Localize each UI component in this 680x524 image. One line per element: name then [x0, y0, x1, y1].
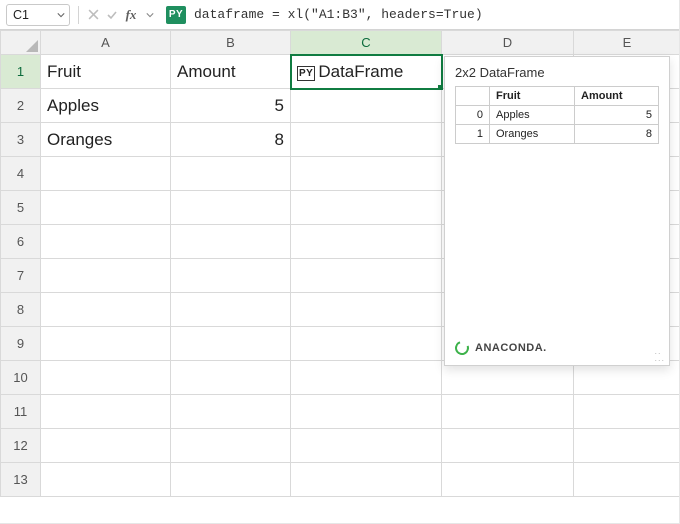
cell-C1-value: DataFrame: [318, 62, 403, 81]
cell-D11[interactable]: [442, 395, 574, 429]
cell-B11[interactable]: [171, 395, 291, 429]
row-header-5[interactable]: 5: [1, 191, 41, 225]
preview-table: Fruit Amount 0 Apples 5 1 Oranges 8: [455, 86, 659, 144]
formula-code: dataframe = xl("A1:B3", headers=True): [194, 7, 483, 22]
cancel-icon[interactable]: [85, 7, 101, 23]
enter-icon[interactable]: [104, 7, 120, 23]
resize-grip-icon[interactable]: .....: [654, 348, 665, 362]
cell-B6[interactable]: [171, 225, 291, 259]
preview-row-index: 1: [456, 125, 490, 144]
formula-buttons: fx: [85, 7, 158, 23]
col-header-B[interactable]: B: [171, 31, 291, 55]
cell-A5[interactable]: [41, 191, 171, 225]
preview-col-amount: Amount: [575, 87, 659, 106]
col-header-C[interactable]: C: [291, 31, 442, 55]
separator: [78, 6, 79, 24]
cell-A8[interactable]: [41, 293, 171, 327]
preview-col-fruit: Fruit: [490, 87, 575, 106]
cell-C11[interactable]: [291, 395, 442, 429]
cell-A12[interactable]: [41, 429, 171, 463]
preview-row: 0 Apples 5: [456, 106, 659, 125]
cell-D12[interactable]: [442, 429, 574, 463]
row-header-13[interactable]: 13: [1, 463, 41, 497]
col-header-D[interactable]: D: [442, 31, 574, 55]
cell-B1[interactable]: Amount: [171, 55, 291, 89]
cell-C10[interactable]: [291, 361, 442, 395]
cell-C5[interactable]: [291, 191, 442, 225]
cell-C4[interactable]: [291, 157, 442, 191]
cell-A2[interactable]: Apples: [41, 89, 171, 123]
cell-B10[interactable]: [171, 361, 291, 395]
python-object-icon: PY: [297, 66, 315, 81]
cell-B9[interactable]: [171, 327, 291, 361]
preview-cell-fruit: Oranges: [490, 125, 575, 144]
cell-A9[interactable]: [41, 327, 171, 361]
cell-A1[interactable]: Fruit: [41, 55, 171, 89]
row-header-1[interactable]: 1: [1, 55, 41, 89]
fx-icon[interactable]: fx: [123, 7, 139, 23]
dataframe-preview-card: 2x2 DataFrame Fruit Amount 0 Apples 5 1 …: [444, 56, 670, 366]
row-header-10[interactable]: 10: [1, 361, 41, 395]
row-header-11[interactable]: 11: [1, 395, 41, 429]
cell-A6[interactable]: [41, 225, 171, 259]
cell-E12[interactable]: [574, 429, 680, 463]
row-header-3[interactable]: 3: [1, 123, 41, 157]
cell-B7[interactable]: [171, 259, 291, 293]
cell-B8[interactable]: [171, 293, 291, 327]
row-header-2[interactable]: 2: [1, 89, 41, 123]
cell-A4[interactable]: [41, 157, 171, 191]
row-header-7[interactable]: 7: [1, 259, 41, 293]
cell-A10[interactable]: [41, 361, 171, 395]
row-header-8[interactable]: 8: [1, 293, 41, 327]
select-all-corner[interactable]: [1, 31, 41, 55]
cell-A11[interactable]: [41, 395, 171, 429]
chevron-down-icon[interactable]: [57, 11, 65, 19]
name-box-value: C1: [13, 8, 29, 22]
cell-A7[interactable]: [41, 259, 171, 293]
preview-row-index: 0: [456, 106, 490, 125]
preview-cell-fruit: Apples: [490, 106, 575, 125]
preview-index-header: [456, 87, 490, 106]
cell-E11[interactable]: [574, 395, 680, 429]
col-header-E[interactable]: E: [574, 31, 680, 55]
preview-cell-amount: 5: [575, 106, 659, 125]
cell-C8[interactable]: [291, 293, 442, 327]
cell-C3[interactable]: [291, 123, 442, 157]
anaconda-icon: [453, 339, 472, 358]
cell-B2[interactable]: 5: [171, 89, 291, 123]
cell-C12[interactable]: [291, 429, 442, 463]
row-header-4[interactable]: 4: [1, 157, 41, 191]
row-header-12[interactable]: 12: [1, 429, 41, 463]
preview-cell-amount: 8: [575, 125, 659, 144]
cell-C6[interactable]: [291, 225, 442, 259]
cell-B4[interactable]: [171, 157, 291, 191]
anaconda-branding: ANACONDA.: [455, 341, 547, 355]
excel-window: C1 fx PY dataframe = xl("A1:B3", headers…: [0, 0, 680, 524]
cell-D13[interactable]: [442, 463, 574, 497]
cell-B5[interactable]: [171, 191, 291, 225]
cell-E13[interactable]: [574, 463, 680, 497]
row-header-6[interactable]: 6: [1, 225, 41, 259]
cell-C9[interactable]: [291, 327, 442, 361]
name-box[interactable]: C1: [6, 4, 70, 26]
cell-B3[interactable]: 8: [171, 123, 291, 157]
formula-input[interactable]: dataframe = xl("A1:B3", headers=True): [190, 7, 673, 22]
cell-C2[interactable]: [291, 89, 442, 123]
cell-C7[interactable]: [291, 259, 442, 293]
preview-title: 2x2 DataFrame: [455, 65, 659, 80]
cell-B13[interactable]: [171, 463, 291, 497]
python-mode-chip: PY: [166, 6, 186, 24]
cell-B12[interactable]: [171, 429, 291, 463]
col-header-A[interactable]: A: [41, 31, 171, 55]
cell-A3[interactable]: Oranges: [41, 123, 171, 157]
formula-bar: C1 fx PY dataframe = xl("A1:B3", headers…: [0, 0, 679, 30]
cell-C13[interactable]: [291, 463, 442, 497]
anaconda-label: ANACONDA.: [475, 342, 547, 354]
preview-row: 1 Oranges 8: [456, 125, 659, 144]
row-header-9[interactable]: 9: [1, 327, 41, 361]
cell-A13[interactable]: [41, 463, 171, 497]
cell-C1[interactable]: PYDataFrame: [291, 55, 442, 89]
dropdown-icon[interactable]: [142, 7, 158, 23]
